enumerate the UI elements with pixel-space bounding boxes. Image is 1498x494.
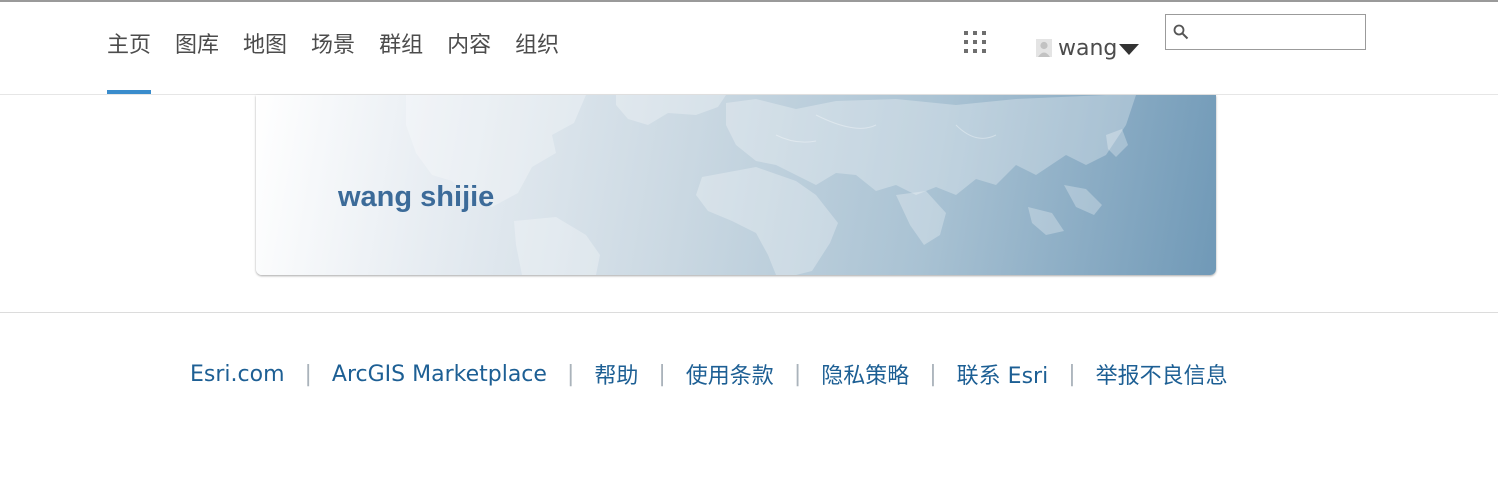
apps-grid-icon[interactable]	[964, 31, 990, 57]
footer-link-esri[interactable]: Esri.com	[190, 362, 285, 387]
nav-map[interactable]: 地图	[243, 2, 287, 94]
user-avatar-icon	[1036, 39, 1052, 57]
nav-groups[interactable]: 群组	[379, 2, 423, 94]
footer-link-privacy[interactable]: 隐私策略	[821, 358, 909, 390]
nav-organization[interactable]: 组织	[515, 2, 559, 94]
footer-link-terms[interactable]: 使用条款	[686, 358, 774, 390]
main-nav: 主页 图库 地图 场景 群组 内容 组织	[107, 2, 583, 94]
footer-separator: |	[566, 361, 575, 387]
nav-content[interactable]: 内容	[447, 2, 491, 94]
search-box[interactable]	[1165, 14, 1366, 50]
footer-separator: |	[793, 361, 802, 387]
profile-banner: wang shijie	[256, 95, 1216, 275]
footer-separator: |	[658, 361, 666, 387]
nav-home[interactable]: 主页	[107, 2, 152, 94]
header-bar: 主页 图库 地图 场景 群组 内容 组织 wang	[0, 2, 1498, 95]
footer-divider	[0, 312, 1498, 313]
footer-separator: |	[1068, 361, 1076, 387]
footer-link-marketplace[interactable]: ArcGIS Marketplace	[332, 362, 547, 387]
footer-separator: |	[304, 361, 312, 387]
footer-links: Esri.com | ArcGIS Marketplace | 帮助 | 使用条…	[190, 358, 1228, 390]
search-input[interactable]	[1196, 19, 1360, 45]
user-menu[interactable]: wang	[1036, 34, 1140, 62]
footer-separator: |	[929, 361, 937, 387]
search-icon	[1173, 24, 1189, 40]
profile-full-name: wang shijie	[338, 181, 495, 213]
footer-link-report-abuse[interactable]: 举报不良信息	[1096, 358, 1228, 390]
nav-scene[interactable]: 场景	[311, 2, 355, 94]
user-name: wang	[1058, 35, 1118, 61]
footer-link-help[interactable]: 帮助	[594, 358, 638, 390]
footer-link-contact[interactable]: 联系 Esri	[957, 358, 1049, 390]
nav-gallery[interactable]: 图库	[175, 2, 219, 94]
caret-down-icon	[1119, 43, 1140, 55]
